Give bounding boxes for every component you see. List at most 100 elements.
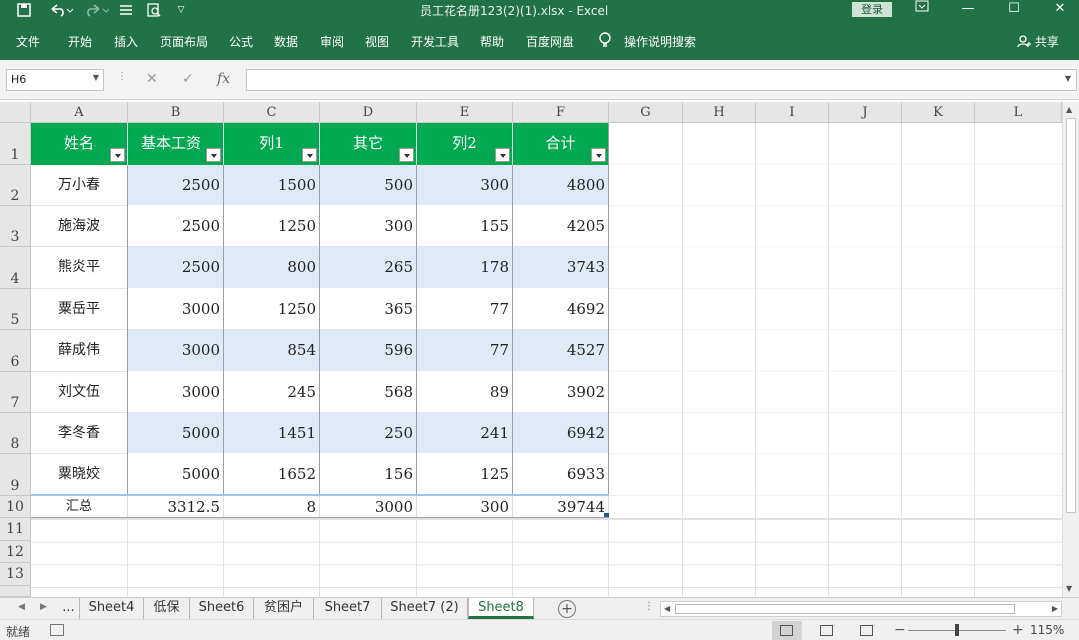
sheet-tab-sheet4[interactable]: Sheet4 [80, 598, 144, 619]
table-cell[interactable]: 1451 [224, 413, 320, 454]
scroll-right-icon[interactable]: ▶ [1052, 604, 1058, 613]
normal-view-icon[interactable] [772, 621, 802, 640]
share-button[interactable]: 共享 [1017, 33, 1059, 50]
minimize-icon[interactable]: — [948, 0, 988, 20]
scroll-thumb[interactable] [1066, 118, 1076, 513]
horizontal-scrollbar[interactable]: ◀ ▶ [660, 601, 1062, 617]
column-header-e[interactable]: E [417, 102, 513, 123]
table-cell[interactable]: 89 [417, 372, 513, 413]
page-layout-view-icon[interactable] [812, 621, 842, 640]
zoom-level[interactable]: 115% [1030, 623, 1064, 637]
table-cell[interactable]: 125 [417, 454, 513, 496]
form-icon[interactable] [116, 0, 136, 20]
select-all-corner[interactable] [0, 102, 31, 123]
row-header-10[interactable]: 10 [0, 496, 31, 518]
table-cell[interactable]: 568 [320, 372, 417, 413]
column-header-b[interactable]: B [128, 102, 224, 123]
tell-me-search[interactable]: 操作说明搜索 [624, 33, 696, 50]
macro-record-icon[interactable] [50, 624, 64, 636]
formula-input[interactable]: ▼ [246, 69, 1077, 91]
sheet-tab-dibao[interactable]: 低保 [144, 598, 190, 619]
table-cell[interactable]: 3000 [128, 372, 224, 413]
filter-dropdown-icon[interactable] [399, 148, 414, 162]
zoom-slider-thumb[interactable] [955, 624, 959, 636]
table-cell[interactable]: 1652 [224, 454, 320, 496]
table-cell[interactable]: 500 [320, 165, 417, 206]
table-header-col1[interactable]: 列1 [224, 123, 320, 165]
page-break-view-icon[interactable] [852, 621, 882, 640]
summary-cell[interactable]: 300 [417, 496, 513, 518]
lightbulb-icon[interactable] [598, 31, 612, 49]
table-cell[interactable]: 77 [417, 289, 513, 330]
insert-function-icon[interactable]: fx [217, 71, 230, 87]
table-header-other[interactable]: 其它 [320, 123, 417, 165]
table-cell[interactable]: 156 [320, 454, 417, 496]
column-header-l[interactable]: L [975, 102, 1062, 123]
close-icon[interactable]: ✕ [1040, 0, 1079, 20]
table-cell[interactable]: 265 [320, 247, 417, 289]
summary-label[interactable]: 汇总 [31, 496, 128, 518]
tab-baidu-netdisk[interactable]: 百度网盘 [526, 33, 574, 50]
table-cell[interactable]: 李冬香 [31, 413, 128, 454]
sheet-tab-sheet7-2[interactable]: Sheet7 (2) [382, 598, 468, 619]
table-cell[interactable]: 178 [417, 247, 513, 289]
column-header-g[interactable]: G [609, 102, 683, 123]
zoom-in-icon[interactable]: + [1012, 622, 1024, 638]
sheet-tab-sheet8[interactable]: Sheet8 [468, 598, 534, 619]
table-cell[interactable]: 245 [224, 372, 320, 413]
table-cell[interactable]: 4800 [513, 165, 609, 206]
row-header-7[interactable]: 7 [0, 372, 31, 413]
row-header-5[interactable]: 5 [0, 289, 31, 330]
table-cell[interactable]: 4527 [513, 330, 609, 372]
table-cell[interactable]: 155 [417, 206, 513, 247]
column-header-f[interactable]: F [513, 102, 609, 123]
tab-help[interactable]: 帮助 [480, 33, 504, 50]
expand-formula-icon[interactable]: ▼ [1065, 74, 1071, 83]
chevron-down-icon[interactable]: ▼ [93, 73, 99, 82]
scroll-left-icon[interactable]: ◀ [664, 604, 670, 613]
column-header-d[interactable]: D [320, 102, 417, 123]
vertical-scrollbar[interactable]: ▲ ▼ [1062, 102, 1079, 597]
table-cell[interactable]: 4692 [513, 289, 609, 330]
zoom-out-icon[interactable]: − [894, 622, 906, 638]
table-cell[interactable]: 4205 [513, 206, 609, 247]
tab-data[interactable]: 数据 [274, 33, 298, 50]
sheet-tab-pinkunhu[interactable]: 贫困户 [254, 598, 314, 619]
tab-formulas[interactable]: 公式 [229, 33, 253, 50]
redo-icon[interactable] [82, 0, 112, 20]
table-cell[interactable]: 365 [320, 289, 417, 330]
table-cell[interactable]: 241 [417, 413, 513, 454]
ribbon-display-icon[interactable] [902, 0, 942, 20]
tab-insert[interactable]: 插入 [114, 33, 138, 50]
table-cell[interactable]: 5000 [128, 454, 224, 496]
table-cell[interactable]: 250 [320, 413, 417, 454]
tab-home[interactable]: 开始 [68, 33, 92, 50]
tab-developer[interactable]: 开发工具 [411, 33, 459, 50]
login-button[interactable]: 登录 [852, 2, 892, 17]
row-header-4[interactable]: 4 [0, 247, 31, 289]
table-cell[interactable]: 596 [320, 330, 417, 372]
table-header-total[interactable]: 合计 [513, 123, 609, 165]
row-header-8[interactable]: 8 [0, 413, 31, 454]
filter-dropdown-icon[interactable] [110, 148, 125, 162]
table-cell[interactable]: 300 [417, 165, 513, 206]
table-cell[interactable]: 3743 [513, 247, 609, 289]
customize-dropdown-icon[interactable]: ▽ [174, 0, 188, 20]
table-cell[interactable]: 万小春 [31, 165, 128, 206]
table-header-name[interactable]: 姓名 [31, 123, 128, 165]
sheet-tab-sheet6[interactable]: Sheet6 [190, 598, 254, 619]
row-header-12[interactable]: 12 [0, 541, 31, 563]
row-header-3[interactable]: 3 [0, 206, 31, 247]
add-sheet-icon[interactable]: + [558, 600, 576, 618]
column-header-i[interactable]: I [756, 102, 829, 123]
filter-dropdown-icon[interactable] [591, 148, 606, 162]
prev-sheet-icon[interactable]: ◀ [18, 602, 25, 612]
tab-view[interactable]: 视图 [365, 33, 389, 50]
table-cell[interactable]: 2500 [128, 206, 224, 247]
summary-cell[interactable]: 8 [224, 496, 320, 518]
table-header-base-salary[interactable]: 基本工资 [128, 123, 224, 165]
next-sheet-icon[interactable]: ▶ [40, 602, 47, 612]
tab-review[interactable]: 审阅 [320, 33, 344, 50]
table-cell[interactable]: 3000 [128, 289, 224, 330]
table-cell[interactable]: 施海波 [31, 206, 128, 247]
